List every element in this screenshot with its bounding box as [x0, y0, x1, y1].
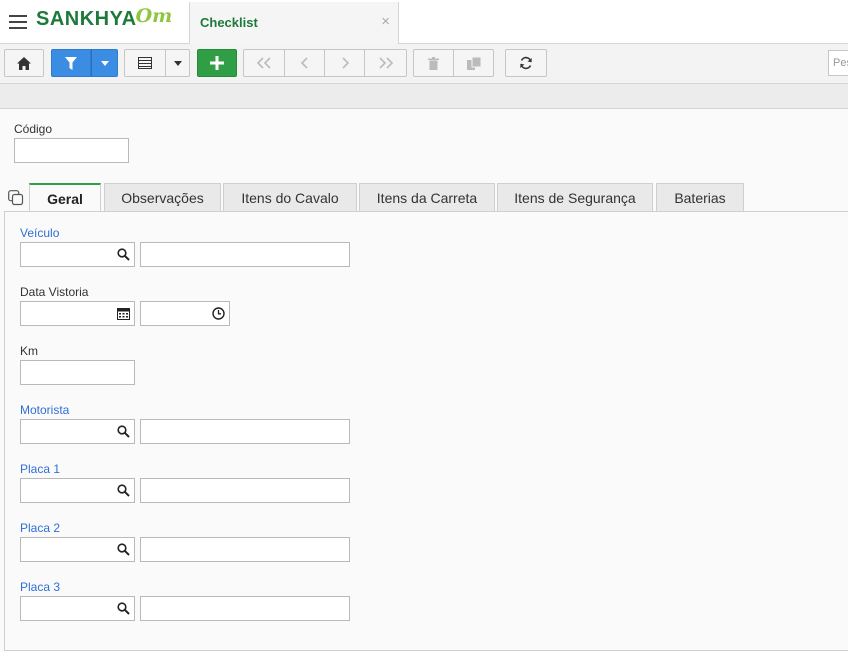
plus-icon: [210, 56, 224, 70]
home-icon: [17, 56, 31, 70]
tab-geral[interactable]: Geral: [29, 183, 101, 213]
placa1-description-input[interactable]: [140, 478, 350, 503]
close-tab-icon[interactable]: ×: [381, 13, 390, 30]
tab-label: Geral: [47, 191, 83, 207]
tab-label: Baterias: [674, 190, 726, 206]
search-icon[interactable]: [117, 425, 130, 438]
placa3-code-input[interactable]: [20, 596, 135, 621]
copy-layout-icon[interactable]: [8, 190, 24, 206]
data-vistoria-time-input[interactable]: [140, 301, 230, 326]
delete-button[interactable]: [413, 49, 454, 77]
tab-title: Checklist: [200, 15, 258, 30]
search-icon[interactable]: [117, 602, 130, 615]
veiculo-description-input[interactable]: [140, 242, 350, 267]
dropdown-arrow-icon: [173, 60, 182, 66]
sankhya-logo: SANKHYAOm: [36, 4, 173, 36]
tab-itens-do-cavalo[interactable]: Itens do Cavalo: [223, 183, 357, 212]
veiculo-code-input[interactable]: [20, 242, 135, 267]
placa2-label[interactable]: Placa 2: [20, 521, 60, 535]
filter-dropdown-button[interactable]: [91, 49, 118, 77]
trash-icon: [428, 56, 439, 70]
home-button[interactable]: [4, 49, 44, 77]
copy-icon: [466, 56, 481, 70]
search-icon[interactable]: [117, 248, 130, 261]
tab-observacoes[interactable]: Observações: [104, 183, 221, 212]
calendar-icon[interactable]: [117, 307, 130, 320]
motorista-label[interactable]: Motorista: [20, 403, 69, 417]
grid-dropdown-button[interactable]: [165, 49, 190, 77]
grid-icon: [138, 57, 152, 69]
next-record-button[interactable]: [324, 49, 365, 77]
placa2-code-input[interactable]: [20, 537, 135, 562]
hamburger-menu-icon[interactable]: [9, 15, 27, 29]
placa1-code-input[interactable]: [20, 478, 135, 503]
grid-view-button[interactable]: [124, 49, 166, 77]
placa2-description-input[interactable]: [140, 537, 350, 562]
tab-label: Observações: [121, 190, 204, 206]
prev-icon: [300, 57, 308, 69]
motorista-description-input[interactable]: [140, 419, 350, 444]
search-icon[interactable]: [117, 543, 130, 556]
duplicate-button[interactable]: [453, 49, 494, 77]
km-input[interactable]: [20, 360, 135, 385]
dropdown-arrow-icon: [100, 60, 109, 66]
logo-text: SANKHYA: [36, 8, 137, 30]
toolbar: [0, 44, 848, 84]
tab-baterias[interactable]: Baterias: [656, 183, 744, 212]
clock-icon[interactable]: [212, 307, 225, 320]
first-record-button[interactable]: [243, 49, 285, 77]
tab-checklist[interactable]: Checklist ×: [189, 2, 399, 44]
refresh-button[interactable]: [505, 49, 547, 77]
last-record-button[interactable]: [364, 49, 407, 77]
tab-label: Itens da Carreta: [376, 190, 478, 206]
search-input[interactable]: Pes: [828, 50, 848, 76]
veiculo-label[interactable]: Veículo: [20, 226, 59, 240]
top-bar: SANKHYAOm Checklist ×: [0, 0, 848, 44]
search-icon[interactable]: [117, 484, 130, 497]
motorista-code-input[interactable]: [20, 419, 135, 444]
last-icon: [378, 57, 393, 69]
filter-icon: [65, 56, 77, 70]
tab-label: Itens de Segurança: [514, 190, 636, 206]
placa3-description-input[interactable]: [140, 596, 350, 621]
data-vistoria-label: Data Vistoria: [20, 285, 89, 299]
refresh-icon: [520, 56, 532, 70]
sub-toolbar: [0, 84, 848, 109]
codigo-label: Código: [14, 122, 53, 136]
previous-record-button[interactable]: [284, 49, 325, 77]
data-vistoria-date-input[interactable]: [20, 301, 135, 326]
placa3-label[interactable]: Placa 3: [20, 580, 60, 594]
filter-button[interactable]: [51, 49, 91, 77]
tab-itens-da-carreta[interactable]: Itens da Carreta: [359, 183, 495, 212]
next-icon: [341, 57, 349, 69]
codigo-input[interactable]: [14, 138, 129, 163]
placa1-label[interactable]: Placa 1: [20, 462, 60, 476]
logo-suffix: Om: [135, 4, 173, 27]
tab-label: Itens do Cavalo: [241, 190, 339, 206]
first-icon: [256, 57, 271, 69]
add-button[interactable]: [197, 49, 237, 77]
tab-itens-de-seguranca[interactable]: Itens de Segurança: [497, 183, 653, 212]
km-label: Km: [20, 344, 38, 358]
